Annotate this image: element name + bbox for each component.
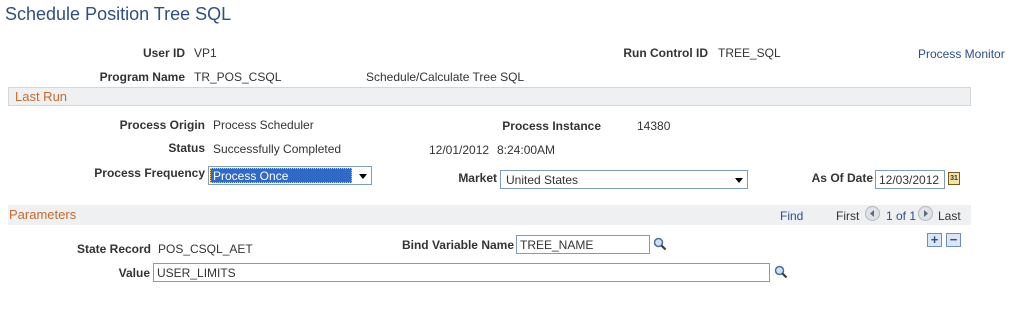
status-label: Status [168, 141, 205, 155]
last-run-header-bar: Last Run [8, 87, 971, 106]
nav-next-icon[interactable] [918, 206, 933, 221]
page-info: 1 of 1 [886, 209, 917, 223]
value-input-value: USER_LIMITS [157, 266, 236, 280]
program-name-value: TR_POS_CSQL [194, 70, 282, 84]
last-run-time: 8:24:00AM [497, 143, 556, 157]
user-id-label: User ID [142, 46, 185, 60]
as-of-date-label: As Of Date [811, 171, 873, 185]
last-run-section-title: Last Run [15, 89, 68, 104]
find-link[interactable]: Find [780, 209, 803, 223]
nav-prev-icon[interactable] [865, 206, 880, 221]
parameters-section-title: Parameters [9, 207, 77, 222]
bind-variable-name-value: TREE_NAME [520, 238, 594, 252]
process-frequency-select[interactable]: Process Once [208, 166, 372, 185]
market-selected: United States [506, 173, 579, 187]
market-select[interactable]: United States [500, 170, 748, 189]
process-frequency-label: Process Frequency [94, 166, 205, 180]
process-origin-value: Process Scheduler [213, 118, 314, 132]
program-name-label: Program Name [99, 70, 185, 84]
lookup-icon[interactable] [774, 265, 788, 282]
parameters-header-bar: Parameters Find First 1 of 1 Last [8, 205, 971, 225]
chevron-down-icon[interactable] [735, 178, 743, 183]
last-run-date: 12/01/2012 [429, 143, 490, 157]
calendar-icon[interactable]: 31 [948, 172, 960, 185]
value-input[interactable]: USER_LIMITS [153, 263, 770, 282]
run-control-id-value: TREE_SQL [718, 46, 781, 60]
process-origin-label: Process Origin [119, 118, 205, 132]
process-instance-label: Process Instance [502, 119, 601, 133]
calendar-icon-day: 31 [950, 175, 958, 182]
delete-row-icon[interactable]: − [946, 233, 961, 247]
lookup-icon[interactable] [653, 237, 667, 254]
chevron-down-icon[interactable] [359, 174, 367, 179]
run-control-id-label: Run Control ID [623, 46, 708, 60]
first-label: First [836, 209, 860, 223]
user-id-value: VP1 [194, 46, 217, 60]
last-label: Last [938, 209, 961, 223]
as-of-date-input[interactable]: 12/03/2012 [875, 170, 945, 189]
process-frequency-selected: Process Once [213, 169, 289, 183]
market-label: Market [458, 171, 497, 185]
state-record-value: POS_CSQL_AET [158, 242, 253, 256]
add-row-icon[interactable]: + [927, 233, 942, 247]
state-record-label: State Record [76, 242, 151, 256]
process-monitor-link[interactable]: Process Monitor [918, 47, 1005, 61]
bind-variable-name-input[interactable]: TREE_NAME [516, 235, 650, 254]
program-description: Schedule/Calculate Tree SQL [366, 70, 525, 84]
status-value: Successfully Completed [213, 142, 342, 156]
page-title: Schedule Position Tree SQL [5, 4, 232, 24]
process-instance-value: 14380 [637, 119, 671, 133]
as-of-date-value: 12/03/2012 [879, 173, 940, 187]
bind-variable-name-label: Bind Variable Name [401, 238, 514, 252]
value-label: Value [118, 266, 150, 280]
